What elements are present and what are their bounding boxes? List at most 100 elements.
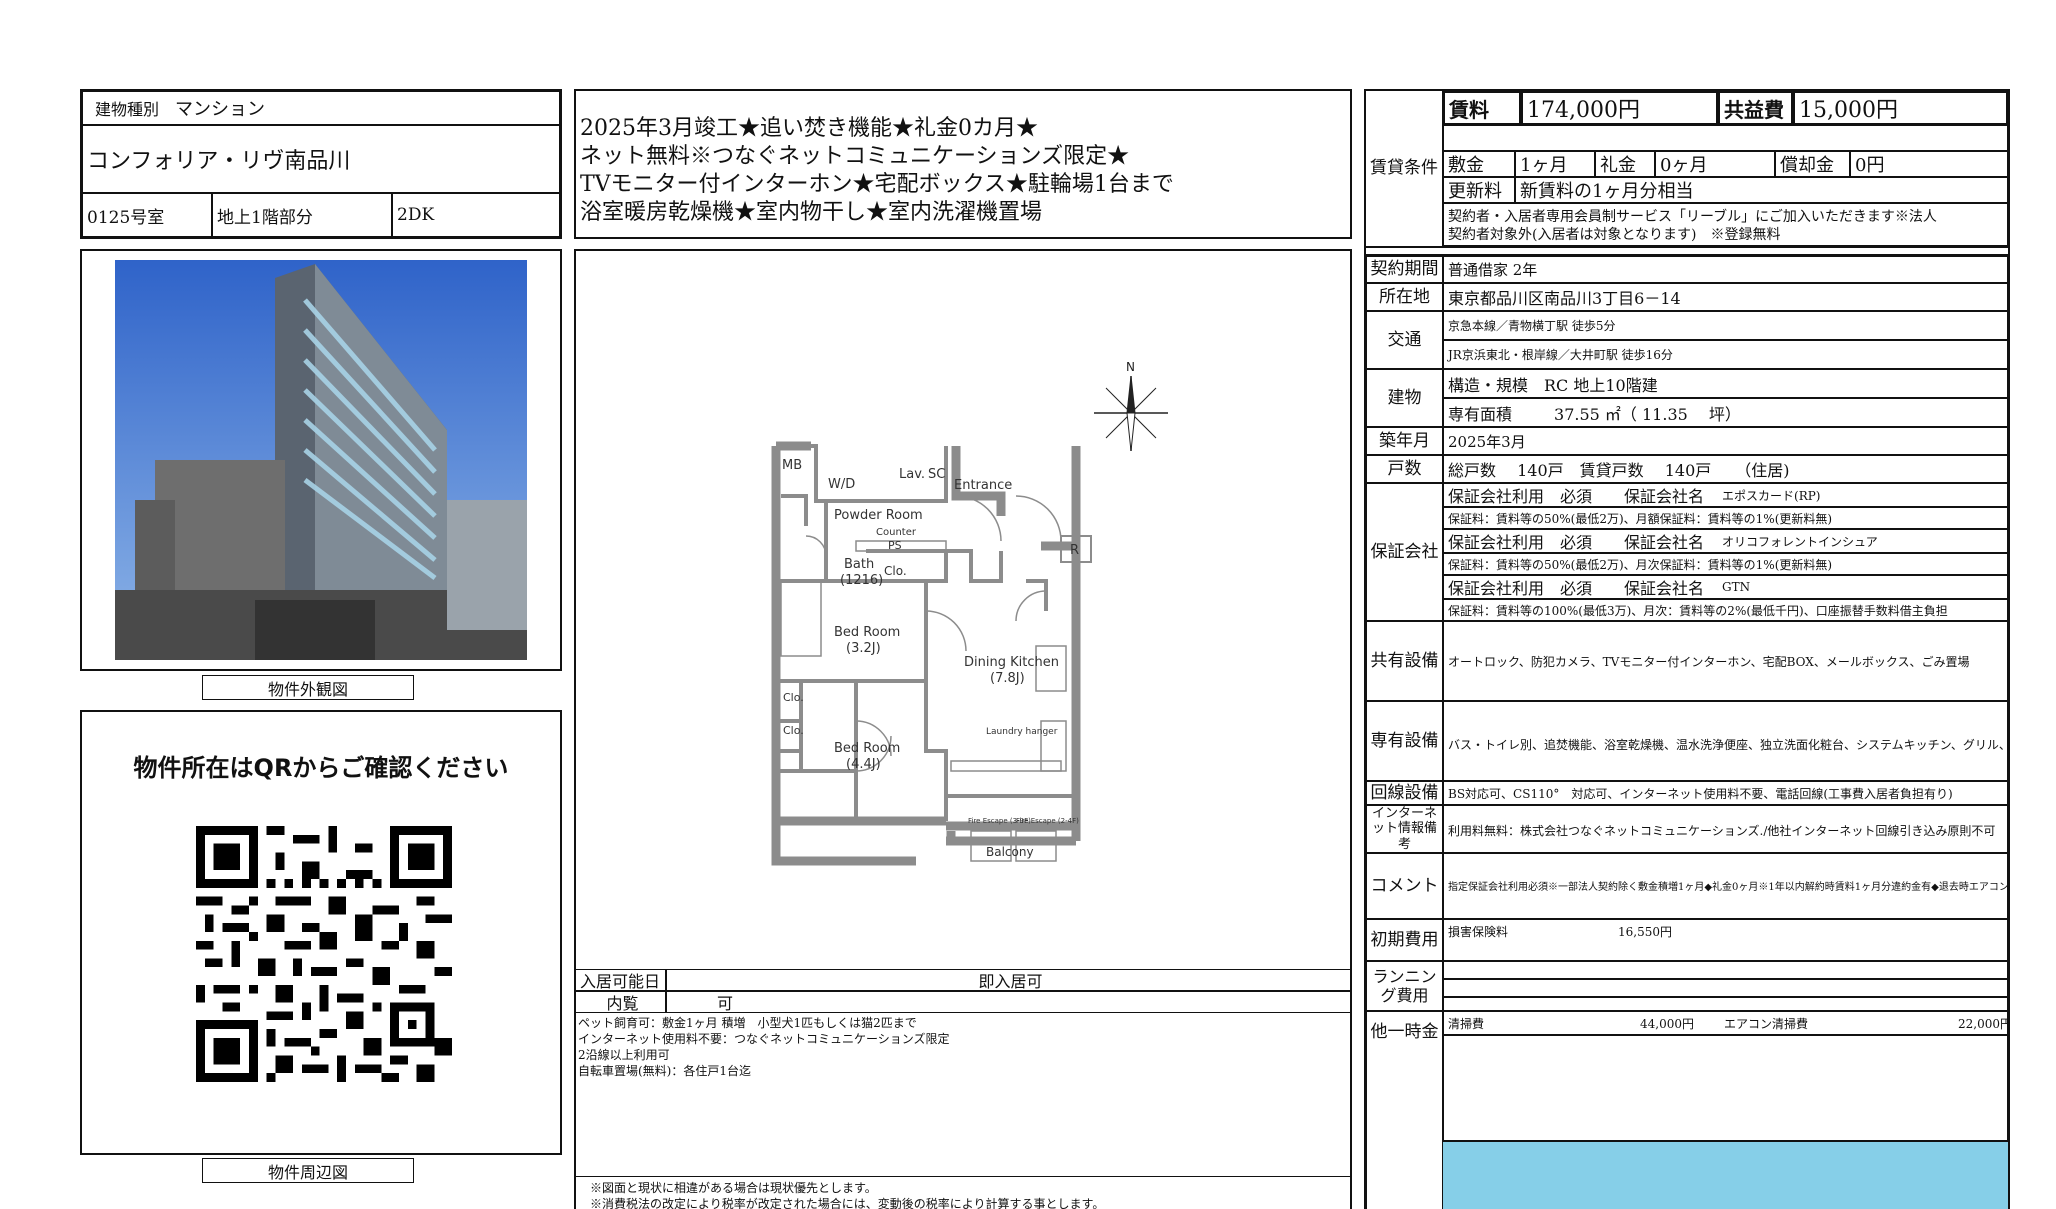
headline-line-3: TVモニター付インターホン★宅配ボックス★駐輪場1台まで (580, 172, 1174, 197)
label-bed1: Bed Room (834, 625, 900, 640)
headline-line-4: 浴室暖房乾燥機★室内物干し★室内洗濯機置場 (580, 200, 1043, 225)
label-counter: Counter (876, 527, 917, 538)
move-in-value: 即入居可 (666, 969, 1350, 991)
comment-label: コメント (1366, 853, 1443, 919)
units-value: 総戸数 140戸 賃貸戸数 140戸 （住居) (1443, 455, 2008, 483)
label-balcony: Balcony (986, 845, 1034, 859)
label-sc: SC (928, 467, 945, 482)
headline-text: 2025年3月竣工★追い焚き機能★礼金0カ月★ ネット無料※つなぐネットコミュニ… (580, 115, 1174, 227)
label-bed2: Bed Room (834, 741, 900, 756)
building-type-label: 建物種別 (95, 100, 160, 119)
built-label: 築年月 (1366, 427, 1443, 455)
guarantor-label: 保証会社 (1366, 483, 1443, 621)
structure-value: 構造・規模 RC 地上10階建 (1443, 369, 2008, 398)
label-r: R (1070, 543, 1079, 558)
label-laundry: Laundry hanger (986, 727, 1058, 737)
units-label: 戸数 (1366, 455, 1443, 483)
cleaning-value: 44,000円 (1640, 1016, 1695, 1031)
transport-2: JR京浜東北・根岸線／大井町駅 徒歩16分 (1443, 340, 2008, 369)
guarantor-1-use: 保証会社利用 必須 保証会社名 (1448, 487, 1705, 506)
private-value: バス・トイレ別、追焚機能、浴室乾燥機、温水洗浄便座、独立洗面化粧台、システムキッ… (1443, 701, 2008, 781)
line-value: BS対応可、CS110° 対応可、インターネット使用料不要、電話回線(工事費入居… (1443, 781, 2008, 805)
label-powder: Powder Room (834, 508, 923, 523)
rent-value: 174,000円 (1521, 91, 1718, 125)
guarantor-3-terms: 保証料：賃料等の100%(最低3万)、月次：賃料等の2%(最低千円)、口座振替手… (1443, 599, 2008, 621)
area-label: 専有面積 (1448, 404, 1513, 424)
initial-label: 初期費用 (1366, 919, 1443, 961)
guarantor-2-row: 保証会社利用 必須 保証会社名 オリコフォレントインシュア (1443, 529, 2008, 553)
common-fee-label: 共益費 (1718, 91, 1793, 125)
label-clo3: Clo. (783, 724, 804, 737)
comment-value: 指定保証会社利用必須※一部法人契約除く敷金積増1ヶ月◆礼金0ヶ月※1年以内解約時… (1443, 853, 2008, 919)
headline-line-2: ネット無料※つなぐネットコミュニケーションズ限定★ (580, 144, 1130, 169)
renewal-label: 更新料 (1443, 177, 1515, 203)
shared-value: オートロック、防犯カメラ、TVモニター付インターホン、宅配BOX、メールボックス… (1443, 621, 2008, 701)
floor-value: 地上1階部分 (213, 194, 393, 236)
label-bath: Bath (844, 557, 874, 572)
building-type-value: マンション (175, 99, 266, 120)
floorplan-box: MB W/D Lav. SC Entrance Powder Room Coun… (574, 249, 1352, 1209)
qr-code[interactable] (196, 826, 452, 1082)
internet-value: 利用料無料：株式会社つなぐネットコミュニケーションズ./他社インターネット回線引… (1443, 805, 2008, 853)
building-name: コンフォリア・リヴ南品川 (83, 126, 559, 194)
cleaning-label: 清掃費 (1448, 1016, 1485, 1031)
label-clo: Clo. (884, 564, 907, 578)
area-value: 37.55 ㎡（ 11.35 坪） (1554, 404, 1741, 424)
guarantor-3-use: 保証会社利用 必須 保証会社名 (1448, 579, 1705, 598)
headline-box: 2025年3月竣工★追い焚き機能★礼金0カ月★ ネット無料※つなぐネットコミュニ… (574, 89, 1352, 239)
area-row: 専有面積 37.55 ㎡（ 11.35 坪） (1443, 398, 2008, 427)
qr-instruction: 物件所在はQRからご確認ください (133, 754, 509, 782)
amortization-label: 償却金 (1775, 151, 1850, 177)
disclaimer-box: ※図面と現状に相違がある場合は現状優先とします。 ※消費税法の改定により税率が改… (576, 1176, 1350, 1209)
rent-terms-label: 賃貸条件 (1366, 91, 1443, 246)
member-note-2: 契約者対象外(入居者は対象となります) ※登録無料 (1448, 226, 1781, 243)
shared-label: 共有設備 (1366, 621, 1443, 701)
terms-box: 賃貸条件 賃料 174,000円 共益費 15,000円 敷金 1ヶ月 礼金 0… (1364, 89, 2010, 1209)
member-note-1: 契約者・入居者専用会員制サービス「リーブル」にご加入いただきます※法人 (1448, 208, 1937, 225)
label-clo2: Clo. (783, 691, 804, 704)
initial-row: 損害保険料 16,550円 (1443, 919, 2008, 961)
room-number: 0125号室 (83, 194, 213, 236)
qr-box: 物件所在はQRからご確認ください (80, 710, 562, 1155)
common-fee-value: 15,000円 (1793, 91, 2008, 125)
label-wd: W/D (828, 477, 855, 492)
built-value: 2025年3月 (1443, 427, 2008, 455)
amortization-value: 0円 (1850, 151, 2008, 177)
label-bed2-size: (4.4J) (846, 757, 881, 772)
member-service-note: 契約者・入居者専用会員制サービス「リーブル」にご加入いただきます※法人 契約者対… (1443, 203, 2008, 246)
note-2: インターネット使用料不要：つなぐネットコミュニケーションズ限定 (578, 1032, 950, 1046)
separator-band (1366, 246, 2008, 256)
transport-label: 交通 (1366, 311, 1443, 369)
exterior-photo-box (80, 249, 562, 671)
transport-1: 京急本線／青物横丁駅 徒歩5分 (1443, 311, 2008, 340)
deposit-value: 1ヶ月 (1515, 151, 1595, 177)
label-mb: MB (782, 458, 802, 473)
brand-banner (1443, 1141, 2008, 1209)
layout-type: 2DK (397, 205, 435, 225)
note-4: 自転車置場(無料)：各住戸1台迄 (578, 1064, 751, 1078)
building-photo (115, 260, 527, 660)
guarantor-2-use: 保証会社利用 必須 保証会社名 (1448, 533, 1705, 552)
compass-icon: N (1094, 360, 1168, 452)
private-label: 専有設備 (1366, 701, 1443, 781)
onetime-row-1: 清掃費 44,000円 エアコン清掃費 22,000円 (1443, 1011, 2008, 1035)
contract-label: 契約期間 (1366, 256, 1443, 283)
map-caption: 物件周辺図 (202, 1158, 414, 1183)
running-row-3 (1443, 997, 2008, 1011)
headline-line-1: 2025年3月竣工★追い焚き機能★礼金0カ月★ (580, 116, 1038, 141)
line-label: 回線設備 (1366, 781, 1443, 805)
building-type-row: 建物種別 マンション (83, 92, 559, 126)
guarantor-1-row: 保証会社利用 必須 保証会社名 エポスカード(RP) (1443, 483, 2008, 507)
floorplan: MB W/D Lav. SC Entrance Powder Room Coun… (771, 360, 1168, 866)
notes: ペット飼育可：敷金1ヶ月 積増 小型犬1匹もしくは猫2匹まで インターネット使用… (578, 1015, 950, 1079)
guarantor-2-terms: 保証料：賃料等の50%(最低2万)、月次保証料：賃料等の1%(更新料無) (1443, 553, 2008, 575)
aircon-value: 22,000円 (1958, 1016, 2008, 1031)
deposit-label: 敷金 (1443, 151, 1515, 177)
label-bath-size: (1216) (840, 573, 883, 588)
label-lav: Lav. (899, 467, 925, 482)
internet-label: インターネット情報備考 (1366, 805, 1443, 853)
photo-caption: 物件外観図 (202, 675, 414, 700)
running-row-2 (1443, 979, 2008, 997)
note-3: 2沿線以上利用可 (578, 1048, 670, 1062)
running-row-1 (1443, 961, 2008, 979)
